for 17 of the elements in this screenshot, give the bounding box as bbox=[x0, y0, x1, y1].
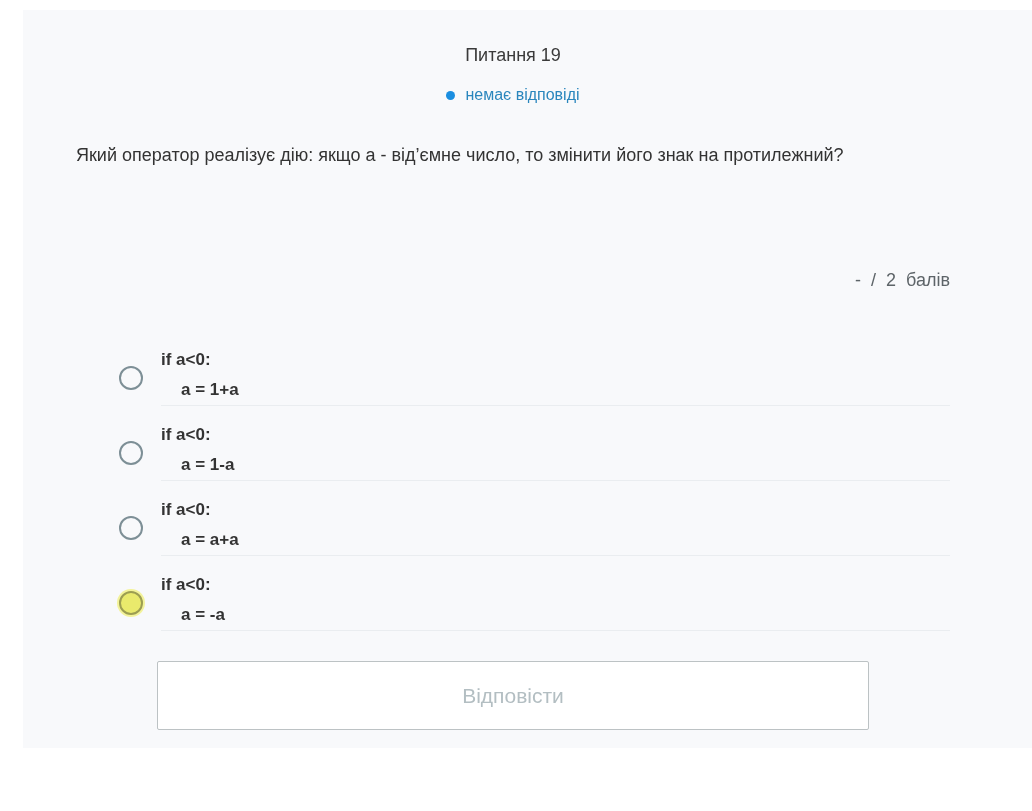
score-label: - / 2 балів bbox=[855, 269, 950, 292]
question-text: Який оператор реалізує дію: якщо a - від’ємне число, то змінити його знак на протилежний? bbox=[76, 144, 845, 167]
status-dot-icon bbox=[446, 90, 456, 100]
question-title: Питання 19 bbox=[465, 44, 561, 67]
radio-button[interactable] bbox=[119, 515, 143, 540]
radio-button[interactable] bbox=[119, 365, 143, 390]
code-line: a = a+a bbox=[180, 529, 239, 551]
code-line: if a<0: bbox=[161, 349, 211, 371]
code-line: if a<0: bbox=[161, 424, 211, 446]
code-line: a = 1+a bbox=[180, 379, 239, 401]
code-line: a = 1-a bbox=[180, 454, 235, 476]
radio-button[interactable] bbox=[119, 440, 143, 465]
code-line: if a<0: bbox=[161, 574, 211, 596]
code-line: if a<0: bbox=[161, 499, 211, 521]
code-line: a = -a bbox=[180, 604, 225, 626]
answer-status: немає відповіді bbox=[465, 85, 580, 105]
radio-button[interactable] bbox=[119, 590, 143, 615]
